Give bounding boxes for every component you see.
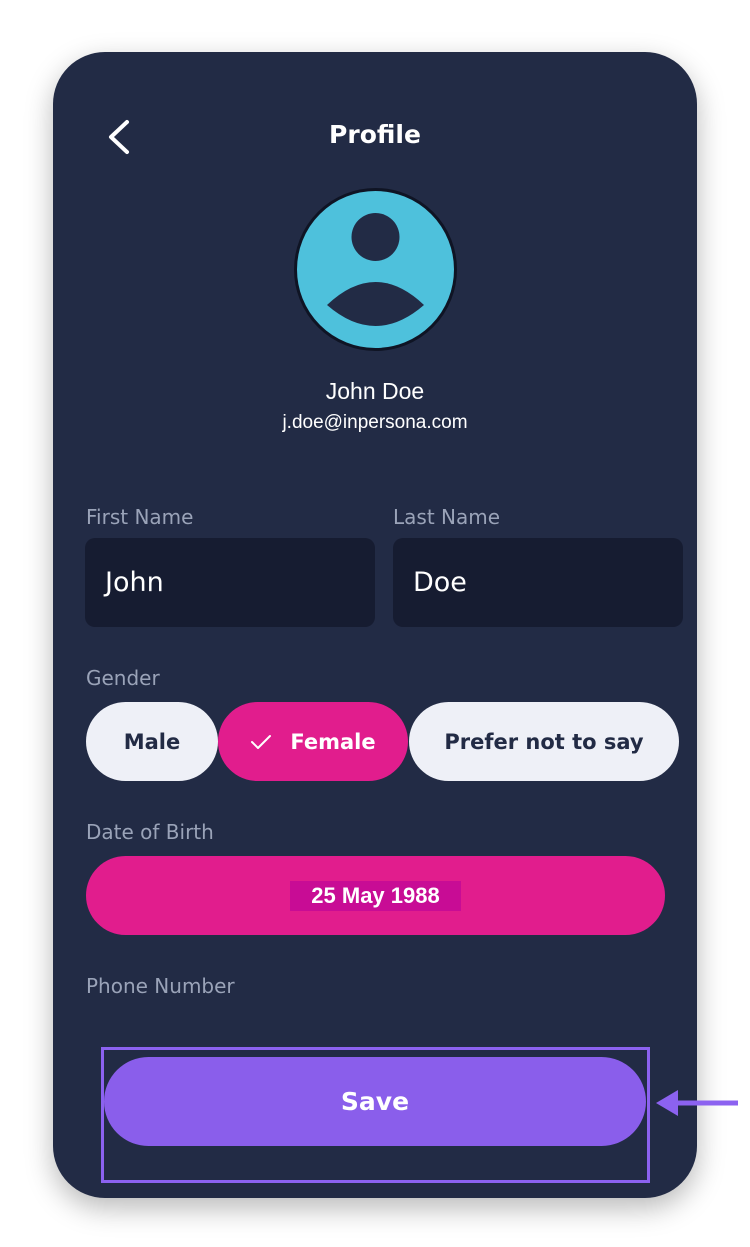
phone-label: Phone Number xyxy=(86,974,235,998)
gender-option-male[interactable]: Male xyxy=(86,702,218,781)
user-email: j.doe@inpersona.com xyxy=(282,412,468,433)
gender-label: Gender xyxy=(86,666,160,690)
pointer-arrow-icon xyxy=(656,1090,738,1116)
checkmark-icon xyxy=(251,734,272,749)
last-name-label: Last Name xyxy=(393,505,501,529)
page-title: Profile xyxy=(329,120,421,149)
gender-option-label: Male xyxy=(123,729,181,754)
user-name: John Doe xyxy=(325,378,425,404)
first-name-field[interactable]: John xyxy=(85,538,375,627)
gender-option-label: Prefer not to say xyxy=(444,729,644,754)
gender-option-prefer-not-to-say[interactable]: Prefer not to say xyxy=(409,702,679,781)
save-button[interactable]: Save xyxy=(104,1057,646,1146)
dob-value: 25 May 1988 xyxy=(290,880,461,911)
first-name-value: John xyxy=(105,567,164,598)
dob-label: Date of Birth xyxy=(86,820,214,844)
first-name-label: First Name xyxy=(86,505,194,529)
gender-option-female[interactable]: Female xyxy=(218,702,408,781)
user-avatar-icon[interactable] xyxy=(293,187,458,352)
gender-option-label: Female xyxy=(290,729,376,754)
dob-picker-button[interactable]: 25 May 1988 xyxy=(86,856,665,935)
last-name-value: Doe xyxy=(413,567,467,598)
last-name-field[interactable]: Doe xyxy=(393,538,683,627)
